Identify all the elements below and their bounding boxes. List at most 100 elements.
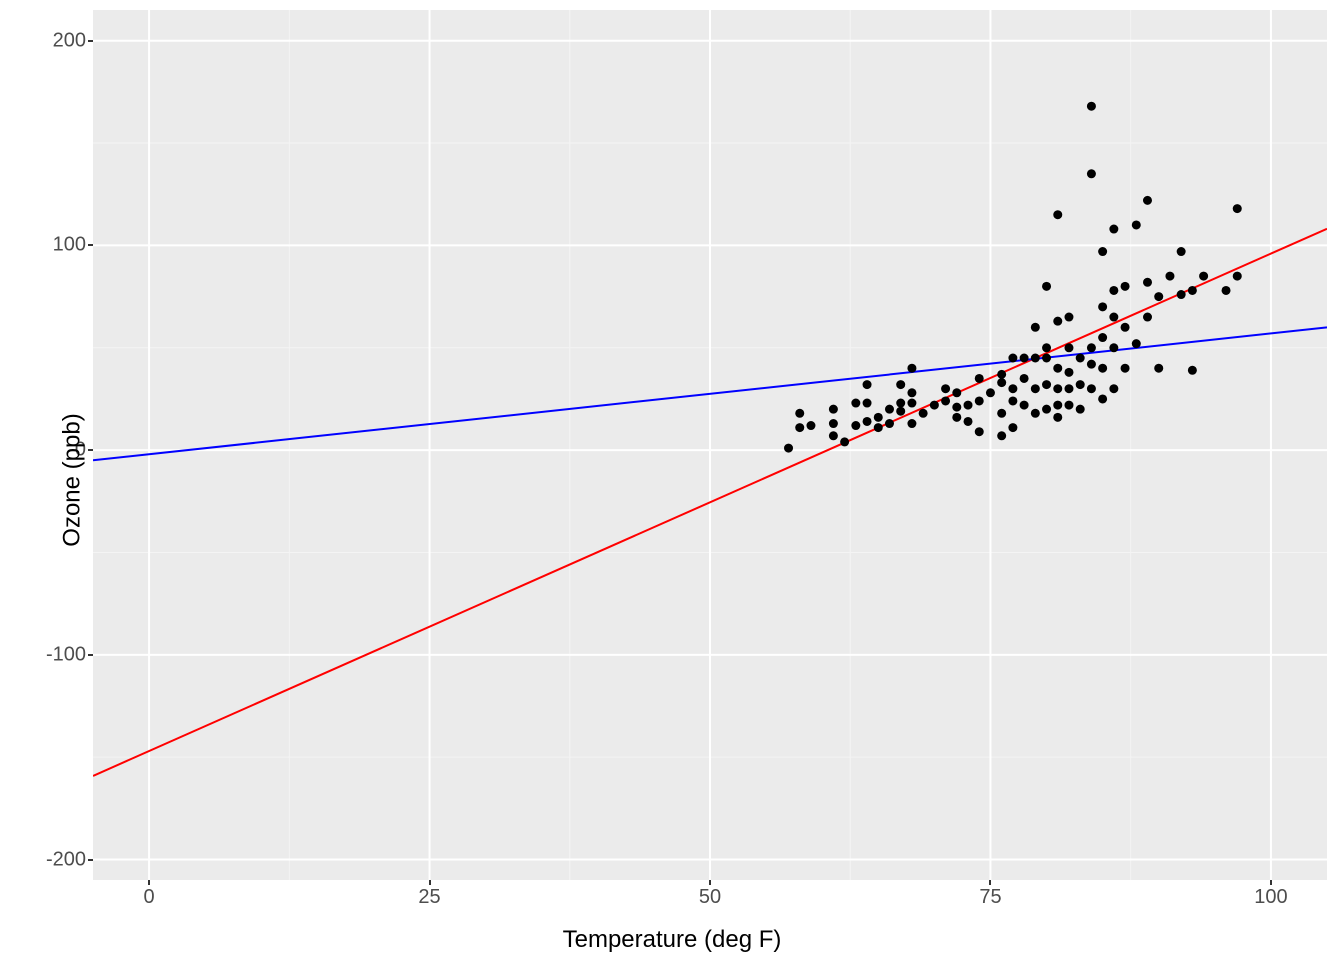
data-point [1020,374,1029,383]
data-point [851,421,860,430]
data-point [1165,272,1174,281]
data-point [952,403,961,412]
data-point [829,419,838,428]
data-point [874,423,883,432]
data-point [1199,272,1208,281]
data-point [1098,364,1107,373]
data-point [1064,368,1073,377]
data-point [975,396,984,405]
data-point [863,417,872,426]
data-point [1008,354,1017,363]
x-tick-label: 50 [699,886,721,909]
data-point [997,431,1006,440]
data-point [1031,354,1040,363]
data-point [1031,323,1040,332]
data-point [941,396,950,405]
data-point [851,399,860,408]
data-point [1053,401,1062,410]
data-point [1064,401,1073,410]
data-point [1087,343,1096,352]
data-point [1154,292,1163,301]
data-point [1087,169,1096,178]
data-point [1143,278,1152,287]
data-point [896,399,905,408]
data-point [1020,354,1029,363]
data-point [1109,343,1118,352]
data-point [795,409,804,418]
data-point [1098,247,1107,256]
data-point [907,364,916,373]
data-point [997,409,1006,418]
y-tick-mark [88,244,93,246]
y-axis-label: Ozone (ppb) [59,413,87,546]
data-point [952,388,961,397]
data-point [1042,343,1051,352]
x-tick-mark [148,880,150,885]
data-point [907,399,916,408]
data-point [1098,394,1107,403]
x-tick-mark [1270,880,1272,885]
data-point [907,419,916,428]
data-point [896,380,905,389]
data-point [1008,384,1017,393]
data-point [1098,302,1107,311]
data-point [1177,247,1186,256]
x-tick-label: 75 [979,886,1001,909]
data-point [1031,384,1040,393]
data-point [1109,313,1118,322]
data-point [997,378,1006,387]
data-point [1121,364,1130,373]
x-tick-mark [989,880,991,885]
data-point [1109,384,1118,393]
data-point [1121,323,1130,332]
x-axis-label: Temperature (deg F) [563,926,782,954]
data-point [806,421,815,430]
data-point [795,423,804,432]
y-tick-mark [88,654,93,656]
y-tick-label: 100 [26,234,86,257]
data-point [1053,317,1062,326]
data-point [1042,354,1051,363]
data-point [1188,366,1197,375]
data-point [1087,360,1096,369]
data-point [874,413,883,422]
data-point [885,419,894,428]
data-point [1020,401,1029,410]
data-point [1087,384,1096,393]
data-point [1064,313,1073,322]
y-tick-label: -200 [26,848,86,871]
data-point [1222,286,1231,295]
data-point [1053,364,1062,373]
data-point [1177,290,1186,299]
data-point [997,370,1006,379]
y-tick-mark [88,859,93,861]
data-point [784,444,793,453]
data-point [1076,405,1085,414]
data-point [1053,413,1062,422]
x-tick-label: 100 [1254,886,1287,909]
data-point [863,399,872,408]
y-tick-mark [88,40,93,42]
data-point [1121,282,1130,291]
data-point [1053,210,1062,219]
plot-svg [93,10,1327,880]
data-point [952,413,961,422]
y-tick-mark [88,449,93,451]
scatter-chart: -200-1000100200 0255075100 Ozone (ppb) T… [0,0,1344,960]
data-point [1154,364,1163,373]
data-point [964,401,973,410]
data-point [863,380,872,389]
y-tick-label: 200 [26,29,86,52]
data-point [840,437,849,446]
data-point [885,405,894,414]
x-tick-label: 0 [144,886,155,909]
data-point [1042,282,1051,291]
data-point [1076,380,1085,389]
x-tick-mark [709,880,711,885]
data-point [1109,225,1118,234]
data-point [1042,380,1051,389]
data-point [829,405,838,414]
data-point [1233,272,1242,281]
x-tick-label: 25 [418,886,440,909]
data-point [1053,384,1062,393]
